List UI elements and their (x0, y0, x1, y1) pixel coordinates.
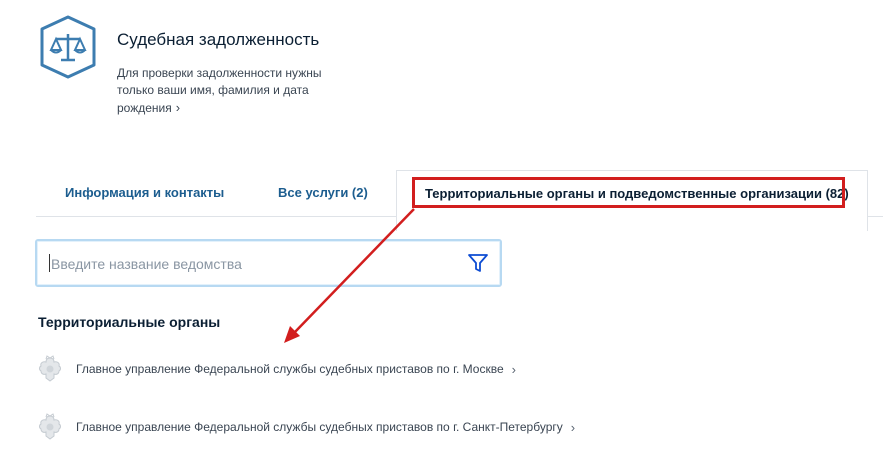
coat-of-arms-icon (39, 413, 61, 440)
search-input[interactable] (49, 253, 453, 275)
tabs-divider (36, 216, 396, 217)
service-description[interactable]: Для проверки задолженности нужны только … (117, 65, 357, 117)
tabs-divider-right (866, 216, 883, 217)
text-cursor (49, 254, 50, 272)
tab-all-services[interactable]: Все услуги (2) (278, 185, 368, 200)
service-title: Судебная задолженность (117, 30, 320, 49)
section-title: Территориальные органы (38, 314, 221, 330)
tab-info-contacts[interactable]: Информация и контакты (65, 185, 224, 200)
list-item[interactable]: Главное управление Федеральной службы су… (37, 413, 575, 441)
chevron-right-icon: › (511, 361, 516, 377)
coat-of-arms-icon (39, 355, 61, 382)
org-label[interactable]: Главное управление Федеральной службы су… (76, 362, 504, 376)
search-box[interactable] (35, 239, 502, 287)
annotation-highlight-box (412, 177, 845, 208)
service-description-text: Для проверки задолженности нужны только … (117, 66, 322, 115)
chevron-right-icon[interactable]: › (176, 99, 180, 116)
scales-icon (40, 15, 96, 79)
filter-icon[interactable] (467, 252, 489, 274)
list-item[interactable]: Главное управление Федеральной службы су… (37, 355, 516, 383)
org-label[interactable]: Главное управление Федеральной службы су… (76, 420, 563, 434)
chevron-right-icon: › (570, 419, 576, 435)
